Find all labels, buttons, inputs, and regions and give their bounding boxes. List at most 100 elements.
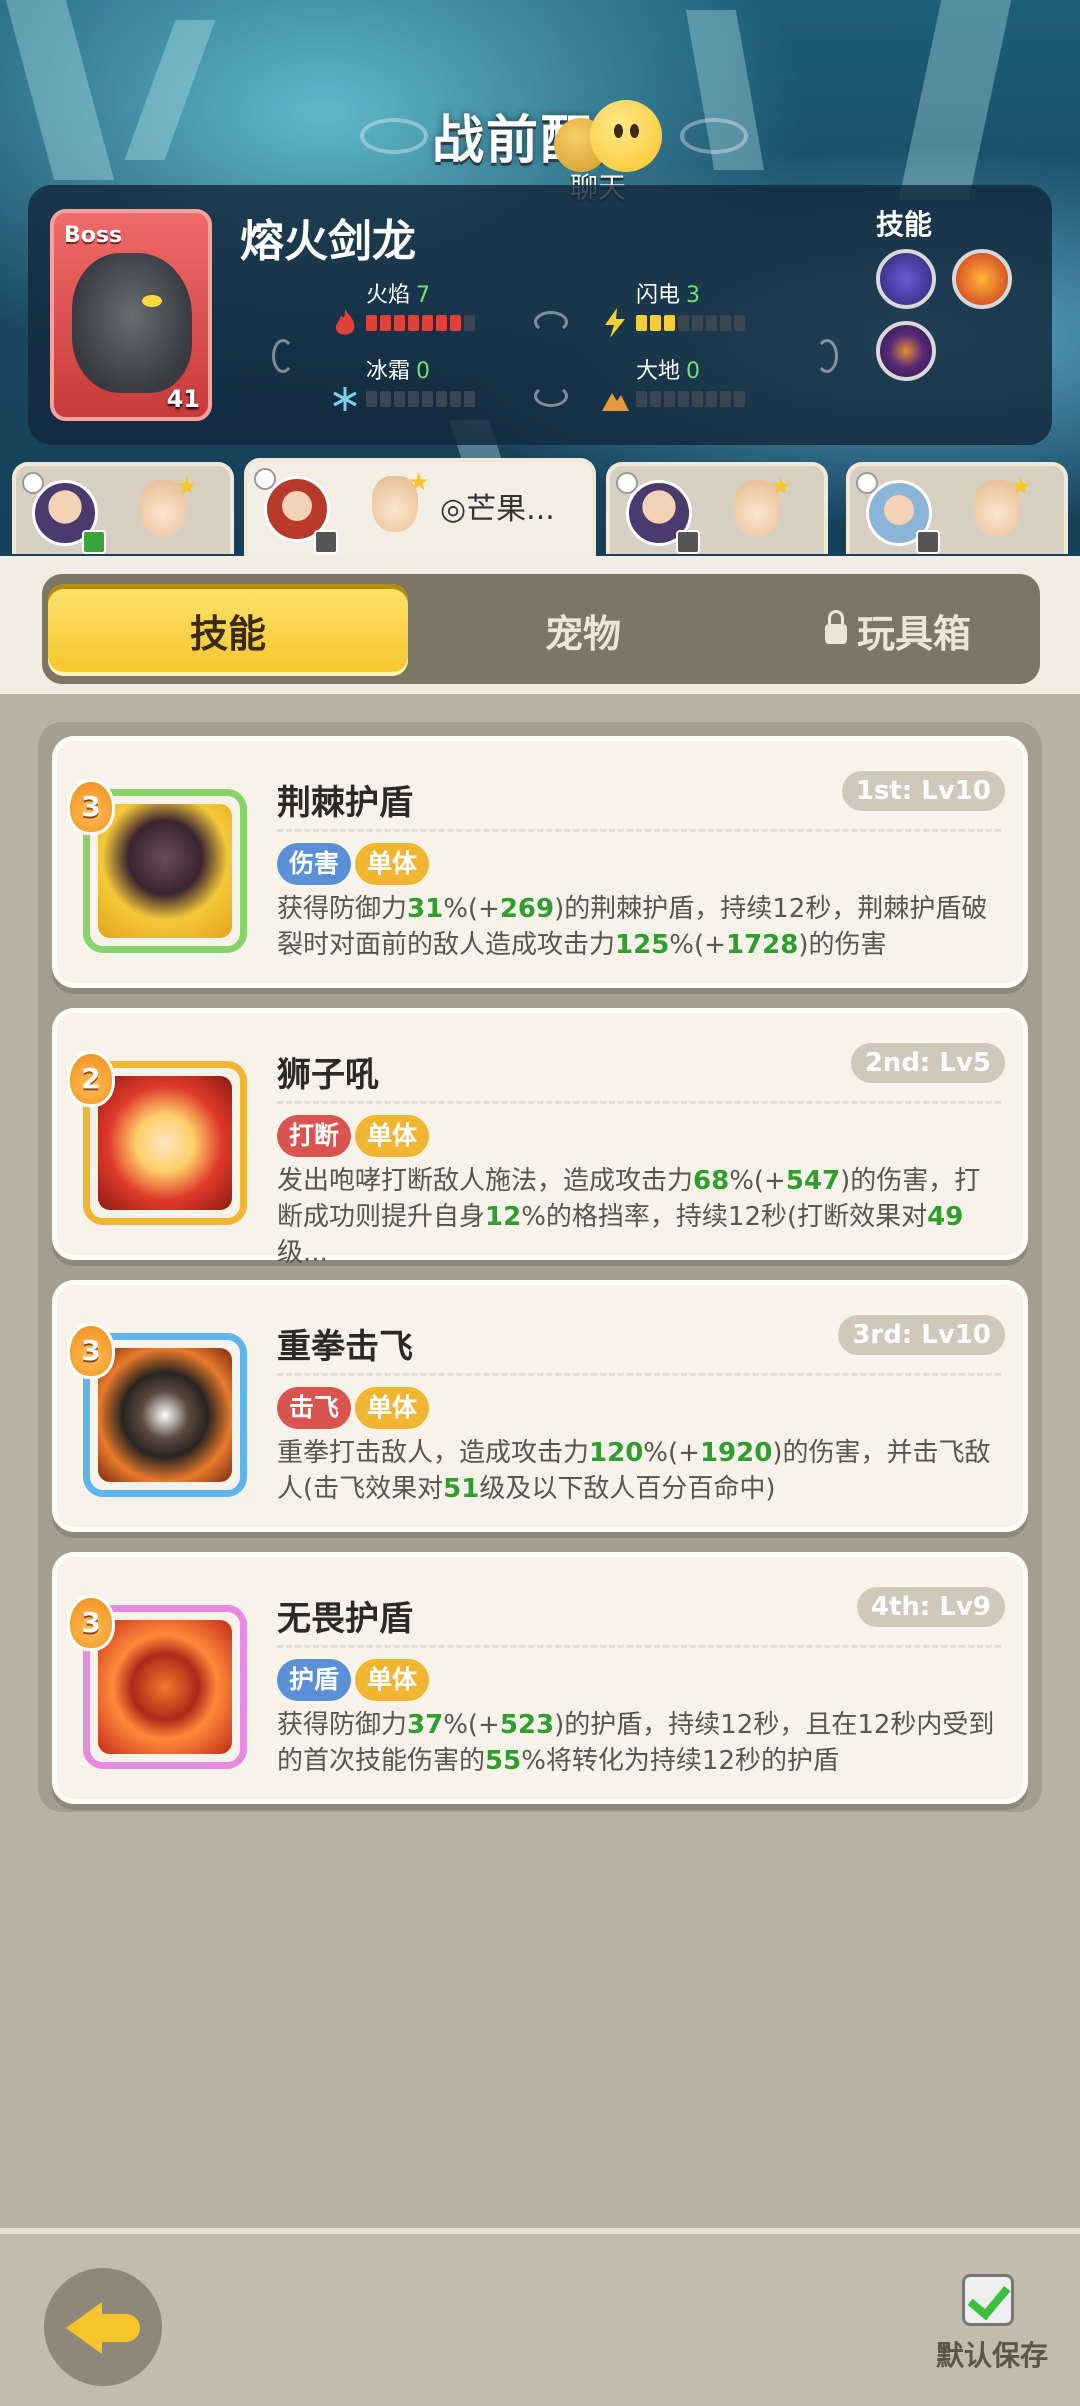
divider <box>277 1373 1001 1376</box>
skill-description: 获得防御力37%(+523)的护盾，持续12秒，且在12秒内受到的首次技能伤害的… <box>277 1710 995 1776</box>
boss-name: 熔火剑龙 <box>240 216 416 267</box>
stat-bar-segment <box>436 315 447 331</box>
page-title: 战前配置 <box>431 111 648 171</box>
bottom-bar: 默认保存 <box>0 2228 1080 2406</box>
default-save-checkbox[interactable] <box>962 2274 1014 2326</box>
skill-description: 重拳打击敌人，造成攻击力120%(+1920)的伤害，并击飞敌人(击飞效果对51… <box>277 1438 991 1504</box>
back-button[interactable] <box>44 2268 162 2386</box>
earth-icon <box>602 393 629 411</box>
stat-bar-segment <box>650 315 661 331</box>
stat-bar-segment <box>720 315 731 331</box>
skill-name: 无畏护盾 <box>277 1599 413 1639</box>
skill-tag: 击飞 <box>277 1387 352 1429</box>
stat-lightning-bar <box>636 315 745 331</box>
skill-tag: 单体 <box>355 1659 430 1701</box>
hero-tab-name: ◎芒果... <box>440 492 555 527</box>
hero-tab-3[interactable]: ★ <box>606 462 828 554</box>
skill-tag: 伤害 <box>277 843 352 885</box>
stat-bar-segment <box>380 315 391 331</box>
stat-fire-bar <box>366 315 475 331</box>
boss-portrait-card[interactable]: Boss 41 <box>50 209 212 421</box>
boss-skills-label: 技能 <box>876 208 933 241</box>
stat-bar-segment <box>720 391 731 407</box>
fire-icon <box>335 309 355 335</box>
snowflake-icon <box>333 387 357 411</box>
stat-bar-segment <box>706 391 717 407</box>
stat-bar-segment <box>450 315 461 331</box>
stat-bar-segment <box>366 315 377 331</box>
boss-tag: Boss <box>64 223 123 248</box>
status-badge-icon <box>314 530 338 554</box>
swap-arrow-icon <box>534 385 568 407</box>
boss-level: 41 <box>166 385 200 413</box>
sparkle-icon: ★ <box>1010 472 1032 500</box>
hero-tab-4[interactable]: ★ <box>846 462 1068 554</box>
stat-bar-segment <box>664 315 675 331</box>
skill-slot-badge: 3rd: Lv10 <box>838 1315 1005 1355</box>
default-save-label: 默认保存 <box>936 2339 1049 2372</box>
boss-info-panel: Boss 41 熔火剑龙 火焰 7 闪电 3 冰霜 0 大地 0 技能 <box>28 185 1052 445</box>
skill-name: 重拳击飞 <box>277 1327 413 1367</box>
status-badge-icon <box>916 530 940 554</box>
stat-bar-segment <box>650 391 661 407</box>
stat-earth-value: 0 <box>686 359 701 384</box>
skill-name: 狮子吼 <box>277 1055 379 1095</box>
skill-level-flame-icon: 2 <box>67 1051 115 1107</box>
swap-arrow-icon <box>534 311 568 333</box>
stat-bar-segment <box>436 391 447 407</box>
tab-pets[interactable]: 宠物 <box>408 584 758 676</box>
divider <box>277 1101 1001 1104</box>
stat-earth-bar <box>636 391 745 407</box>
main-panel: 技能 宠物 玩具箱 3 荆棘护盾 1st: Lv10 伤害 单体 获得防御力31%(+26… <box>0 556 1080 2230</box>
stat-bar-segment <box>366 391 377 407</box>
stat-bar-segment <box>636 315 647 331</box>
stat-bar-segment <box>394 391 405 407</box>
stat-frost-value: 0 <box>416 359 431 384</box>
stat-bar-segment <box>422 315 433 331</box>
tab-toybox[interactable]: 玩具箱 <box>758 584 1038 676</box>
lock-icon <box>824 610 847 644</box>
tab-skills[interactable]: 技能 <box>48 584 408 676</box>
skill-tag: 护盾 <box>277 1659 352 1701</box>
boss-portrait-image <box>72 253 192 393</box>
element-badge-icon <box>254 468 276 490</box>
stat-frost-label: 冰霜 <box>366 359 411 384</box>
divider <box>277 1645 1001 1648</box>
element-badge-icon <box>616 472 638 494</box>
skill-slot-badge: 1st: Lv10 <box>841 771 1005 811</box>
stat-lightning-value: 3 <box>686 283 701 308</box>
stat-bar-segment <box>734 391 745 407</box>
stat-bar-segment <box>692 315 703 331</box>
stat-bar-segment <box>408 391 419 407</box>
hero-tab-2[interactable]: ★ ◎芒果... <box>244 458 596 558</box>
status-badge-icon <box>82 530 106 554</box>
stat-earth-label: 大地 <box>636 359 681 384</box>
lightning-swirl-skill-icon[interactable] <box>876 249 936 309</box>
stat-frost-bar <box>366 391 475 407</box>
fire-skill-icon[interactable] <box>952 249 1012 309</box>
skill-tag: 单体 <box>355 1115 430 1157</box>
status-badge-icon <box>676 530 700 554</box>
stat-bar-segment <box>678 391 689 407</box>
skill-list: 3 荆棘护盾 1st: Lv10 伤害 单体 获得防御力31%(+269)的荆棘护盾，持续… <box>38 722 1042 1812</box>
element-badge-icon <box>22 472 44 494</box>
dark-skill-icon[interactable] <box>876 321 936 381</box>
skill-level-flame-icon: 3 <box>67 1595 115 1651</box>
skill-card[interactable]: 2 狮子吼 2nd: Lv5 打断 单体 发出咆哮打断敌人施法，造成攻击力68%(+547… <box>52 1008 1028 1268</box>
skill-tag: 单体 <box>355 843 430 885</box>
stat-bar-segment <box>734 315 745 331</box>
skill-description: 获得防御力31%(+269)的荆棘护盾，持续12秒，荆棘护盾破裂时对面前的敌人造… <box>277 894 988 960</box>
sparkle-icon: ★ <box>408 468 430 496</box>
element-badge-icon <box>856 472 878 494</box>
stat-bar-segment <box>706 315 717 331</box>
skill-slot-badge: 4th: Lv9 <box>856 1587 1005 1627</box>
stat-fire-label: 火焰 <box>366 283 411 308</box>
skill-card[interactable]: 3 重拳击飞 3rd: Lv10 击飞 单体 重拳打击敌人，造成攻击力120%(+1920… <box>52 1280 1028 1532</box>
skill-card[interactable]: 3 无畏护盾 4th: Lv9 护盾 单体获得防御力37%(+523)的护盾，持续12秒… <box>52 1552 1028 1804</box>
skill-level-flame-icon: 3 <box>67 779 115 835</box>
skill-card[interactable]: 3 荆棘护盾 1st: Lv10 伤害 单体获得防御力31%(+269)的荆棘护盾，持续… <box>52 736 1028 988</box>
skill-name: 荆棘护盾 <box>277 783 413 823</box>
chat-bubble-icon <box>590 100 662 172</box>
hero-tab-1[interactable]: ★ <box>12 462 234 554</box>
stat-bar-segment <box>692 391 703 407</box>
